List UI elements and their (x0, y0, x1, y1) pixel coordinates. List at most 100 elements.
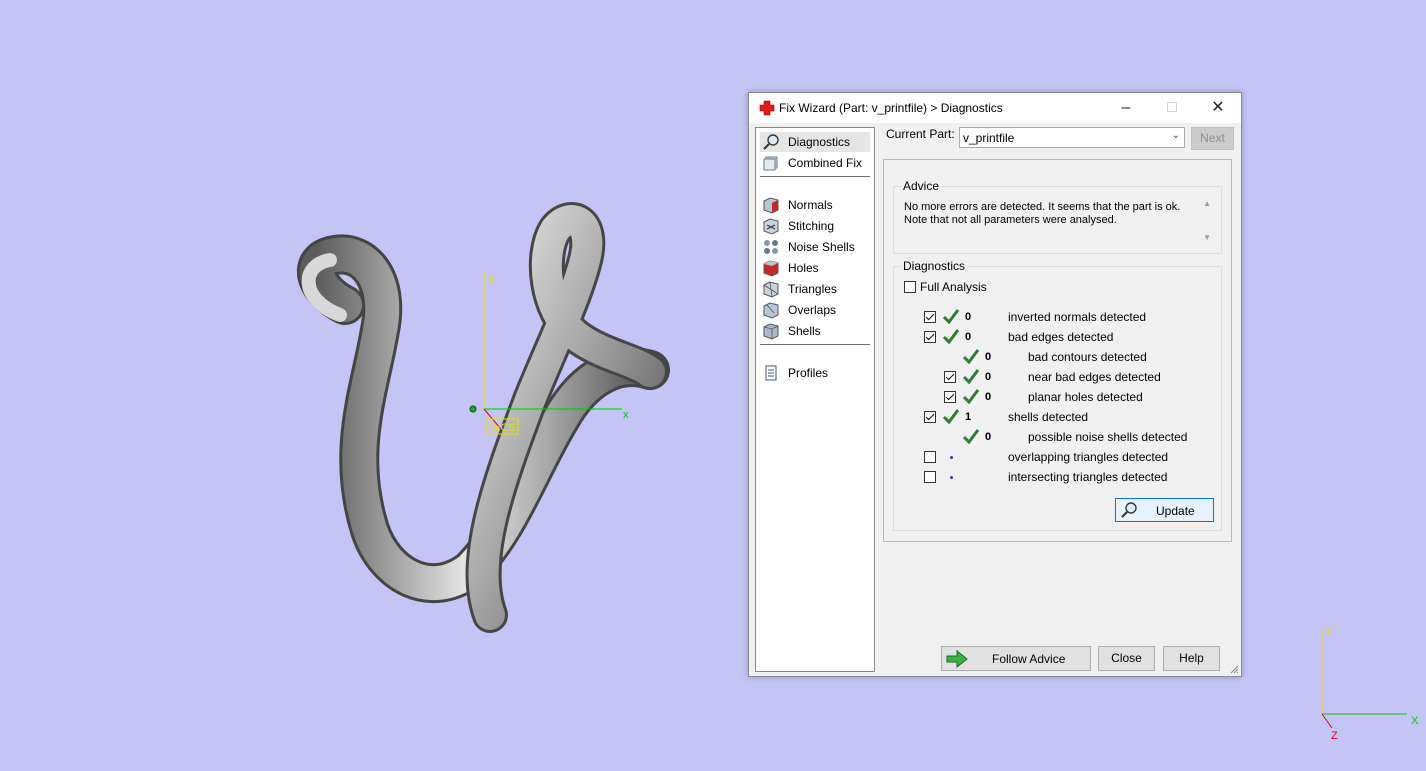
near-bad-edges-checkbox[interactable] (944, 371, 956, 383)
v-part-model[interactable] (297, 202, 670, 633)
overlapping-triangles-checkbox[interactable] (924, 451, 936, 463)
sidebar-item-diagnostics[interactable]: Diagnostics (760, 132, 870, 152)
intersecting-triangles-checkbox[interactable] (924, 471, 936, 483)
sidebar-item-label: Normals (788, 198, 833, 212)
sidebar-item-label: Triangles (788, 282, 837, 296)
check-ok-icon (962, 369, 980, 385)
scroll-up-icon[interactable]: ▲ (1203, 199, 1211, 208)
sidebar-item-noise-shells[interactable]: Noise Shells (760, 237, 870, 257)
check-ok-icon (962, 389, 980, 405)
sidebar-item-label: Combined Fix (788, 156, 863, 170)
shells-count: 1 (965, 411, 972, 423)
sidebar-item-label: Shells (788, 324, 821, 338)
minimize-button[interactable]: – (1103, 93, 1149, 123)
sidebar-item-overlaps[interactable]: Overlaps (760, 300, 870, 320)
red-cross-icon (759, 100, 775, 116)
planar-holes-count: 0 (985, 391, 992, 403)
normals-icon (763, 197, 779, 214)
pending-dot-icon (950, 456, 953, 459)
sidebar-item-stitching[interactable]: Stitching (760, 216, 870, 236)
inverted-normals-checkbox[interactable] (924, 311, 936, 323)
overlaps-icon (763, 302, 779, 319)
title-bar[interactable]: Fix Wizard (Part: v_printfile) > Diagnos… (749, 93, 1241, 123)
shells-icon (763, 323, 779, 340)
update-label: Update (1156, 504, 1195, 518)
inverted-normals-label: inverted normals detected (1008, 310, 1147, 324)
sidebar-item-triangles[interactable]: Triangles (760, 279, 870, 299)
pending-dot-icon (950, 476, 953, 479)
axis-label-x: x (623, 409, 629, 421)
advice-title: Advice (901, 179, 942, 193)
full-analysis-label: Full Analysis (920, 280, 987, 294)
close-button[interactable]: Close (1098, 646, 1155, 671)
check-ok-icon (962, 429, 980, 445)
resize-grip-icon[interactable] (1229, 664, 1239, 674)
window-title: Fix Wizard (Part: v_printfile) > Diagnos… (779, 101, 1003, 115)
follow-advice-label: Follow Advice (992, 652, 1066, 666)
sidebar-item-label: Stitching (788, 219, 835, 233)
chevron-down-icon: ⌄ (1171, 130, 1180, 141)
noise-shells-count: 0 (985, 431, 992, 443)
overlapping-triangles-label: overlapping triangles detected (1008, 450, 1169, 464)
sidebar-divider (760, 176, 870, 177)
noise-shells-icon (764, 240, 778, 254)
wcs-label: WCS (490, 422, 516, 434)
combined-fix-icon (763, 156, 778, 171)
corner-axis-y: Y (1325, 626, 1333, 638)
sidebar-item-holes[interactable]: Holes (760, 258, 870, 278)
near-bad-edges-label: near bad edges detected (1028, 370, 1161, 384)
bad-contours-count: 0 (985, 351, 992, 363)
bad-edges-label: bad edges detected (1008, 330, 1114, 344)
sidebar-item-profiles[interactable]: Profiles (760, 363, 870, 383)
shells-label: shells detected (1008, 410, 1089, 424)
current-part-value: v_printfile (963, 131, 1015, 145)
green-arrow-icon (946, 650, 968, 668)
corner-axis-triad: Y X Z (1321, 626, 1419, 742)
sidebar-divider (760, 344, 870, 345)
check-ok-icon (942, 309, 960, 325)
diagnostics-group: Diagnostics Full Analysis 0 inverted nor… (893, 259, 1222, 531)
sidebar-item-shells[interactable]: Shells (760, 321, 870, 341)
check-ok-icon (962, 349, 980, 365)
inverted-normals-count: 0 (965, 311, 972, 323)
axis-label-y: y (489, 272, 495, 284)
close-window-button[interactable]: ✕ (1195, 93, 1241, 123)
current-part-select[interactable]: v_printfile ⌄ (959, 127, 1185, 148)
maximize-button[interactable]: □ (1149, 93, 1195, 123)
full-analysis-checkbox[interactable] (904, 281, 916, 293)
check-ok-icon (942, 329, 960, 345)
help-button[interactable]: Help (1163, 646, 1220, 671)
bad-edges-checkbox[interactable] (924, 331, 936, 343)
sidebar-item-normals[interactable]: Normals (760, 195, 870, 215)
follow-advice-button[interactable]: Follow Advice (941, 646, 1091, 671)
advice-group: Advice No more errors are detected. It s… (893, 179, 1222, 254)
profiles-icon (765, 365, 777, 381)
check-ok-icon (942, 409, 960, 425)
stitching-icon (763, 218, 779, 235)
holes-icon (763, 260, 779, 277)
intersecting-triangles-label: intersecting triangles detected (1008, 470, 1168, 484)
magnifier-icon (1121, 502, 1137, 518)
planar-holes-checkbox[interactable] (944, 391, 956, 403)
fix-wizard-dialog: Fix Wizard (Part: v_printfile) > Diagnos… (748, 92, 1242, 677)
update-button[interactable]: Update (1115, 498, 1214, 522)
next-button[interactable]: Next (1191, 127, 1234, 150)
advice-text: No more errors are detected. It seems th… (904, 201, 1181, 226)
magnifier-icon (763, 134, 779, 150)
bad-edges-count: 0 (965, 331, 972, 343)
sidebar-item-label: Noise Shells (788, 240, 855, 254)
noise-shells-label: possible noise shells detected (1028, 430, 1188, 444)
shells-checkbox[interactable] (924, 411, 936, 423)
sidebar-item-label: Holes (788, 261, 819, 275)
scroll-down-icon[interactable]: ▼ (1203, 233, 1211, 242)
planar-holes-label: planar holes detected (1028, 390, 1143, 404)
sidebar-item-combined-fix[interactable]: Combined Fix (760, 153, 870, 173)
sidebar-item-label: Overlaps (788, 303, 837, 317)
bad-contours-label: bad contours detected (1028, 350, 1147, 364)
corner-axis-x: X (1411, 715, 1419, 727)
sidebar-item-label: Diagnostics (788, 135, 851, 149)
corner-axis-z: Z (1331, 730, 1338, 742)
diagnostics-panel: Advice No more errors are detected. It s… (883, 159, 1232, 542)
current-part-label: Current Part: (886, 127, 955, 141)
advice-textbox[interactable]: No more errors are detected. It seems th… (899, 197, 1217, 247)
